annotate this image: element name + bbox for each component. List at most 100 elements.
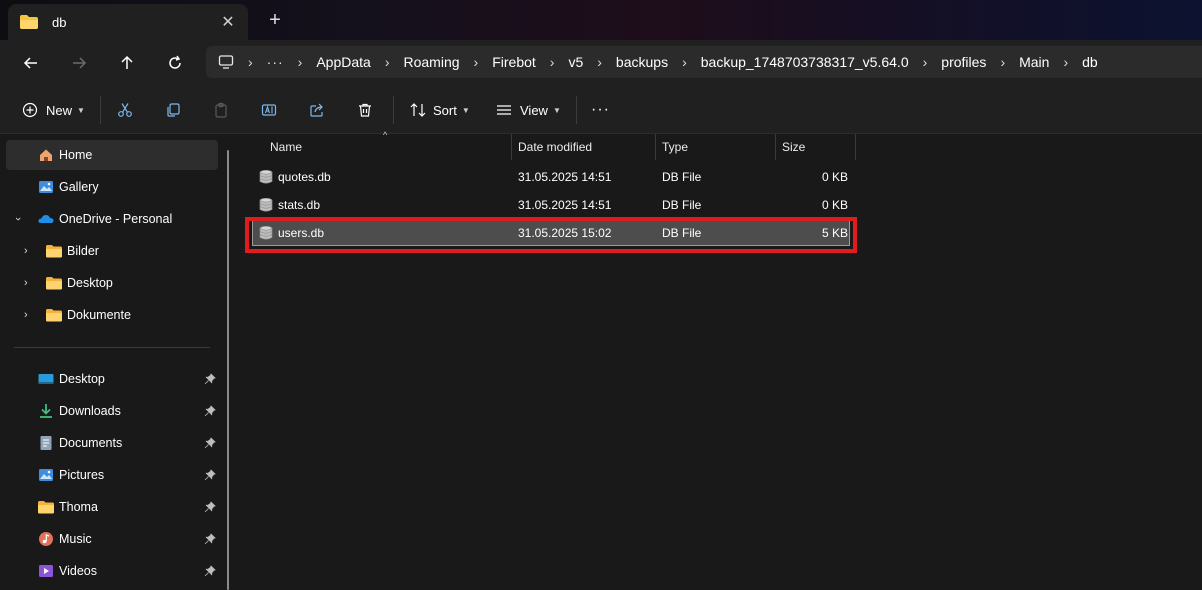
sidebar-scrollbar[interactable] [227, 150, 229, 590]
tab-title: db [52, 14, 67, 30]
breadcrumb-db[interactable]: db [1082, 54, 1098, 70]
sidebar-item-desktop-onedrive[interactable]: › Desktop [6, 268, 218, 298]
sidebar-item-onedrive[interactable]: › OneDrive - Personal [6, 204, 218, 234]
rename-button[interactable] [261, 96, 277, 124]
toolbar-divider [576, 96, 577, 124]
navigation-pane: Home Gallery › OneDrive - Personal › Bil… [0, 134, 230, 590]
delete-button[interactable] [357, 96, 373, 124]
back-button[interactable] [15, 48, 47, 78]
column-header-date[interactable]: Date modified [518, 134, 654, 160]
view-button-label: View [520, 102, 548, 118]
new-button[interactable]: New ▼ [22, 96, 85, 124]
breadcrumb-main[interactable]: Main [1019, 54, 1049, 70]
breadcrumb-profiles[interactable]: profiles [941, 54, 986, 70]
close-tab-button[interactable]: ✕ [218, 12, 238, 32]
column-header-type[interactable]: Type [662, 134, 774, 160]
breadcrumb-firebot[interactable]: Firebot [492, 54, 536, 70]
view-button[interactable]: View ▼ [496, 96, 561, 124]
sidebar-item-bilder[interactable]: › Bilder [6, 236, 218, 266]
chevron-right-icon: › [682, 54, 687, 70]
breadcrumb-backups[interactable]: backups [616, 54, 668, 70]
forward-button[interactable] [63, 48, 95, 78]
quick-access-music[interactable]: Music [6, 524, 218, 554]
sidebar-item-label: Music [59, 532, 92, 546]
pin-icon[interactable] [204, 501, 216, 513]
copy-button[interactable] [165, 96, 181, 124]
tab-db[interactable]: db ✕ [8, 4, 248, 40]
more-options-button[interactable]: ··· [591, 96, 610, 124]
sidebar-item-label: Documents [59, 436, 123, 450]
sidebar-item-dokumente[interactable]: › Dokumente [6, 300, 218, 330]
quick-access-pictures[interactable]: Pictures [6, 460, 218, 490]
quick-access-downloads[interactable]: Downloads [6, 396, 218, 426]
column-divider[interactable] [511, 134, 512, 160]
sidebar-divider [14, 347, 210, 348]
column-divider[interactable] [775, 134, 776, 160]
pin-icon[interactable] [204, 437, 216, 449]
pin-icon[interactable] [204, 469, 216, 481]
chevron-right-icon: › [297, 54, 303, 70]
column-divider[interactable] [855, 134, 856, 160]
up-button[interactable] [111, 48, 143, 78]
chevron-right-icon: › [384, 54, 390, 70]
file-type: DB File [662, 170, 702, 184]
file-row[interactable]: quotes.db 31.05.2025 14:51 DB File 0 KB [252, 164, 850, 190]
column-header-name[interactable]: Name [270, 134, 510, 160]
chevron-right-icon[interactable]: › [24, 245, 28, 257]
desktop-icon [38, 374, 54, 384]
file-type: DB File [662, 226, 702, 240]
quick-access-thoma[interactable]: Thoma [6, 492, 218, 522]
folder-icon [38, 501, 54, 514]
chevron-right-icon: › [248, 54, 253, 70]
cut-button[interactable] [117, 96, 133, 124]
breadcrumb-v5[interactable]: v5 [568, 54, 583, 70]
file-name: quotes.db [278, 170, 331, 184]
file-list: Name ^ Date modified Type Size quotes.db… [238, 130, 1202, 590]
file-size: 5 KB [821, 226, 848, 240]
arrow-right-icon [73, 57, 87, 69]
sort-icon [410, 103, 426, 117]
pin-icon[interactable] [204, 405, 216, 417]
sort-button[interactable]: Sort ▼ [409, 96, 470, 124]
quick-access-videos[interactable]: Videos [6, 556, 218, 586]
quick-access-desktop[interactable]: Desktop [6, 364, 218, 394]
file-size: 0 KB [821, 170, 848, 184]
sidebar-item-gallery[interactable]: Gallery [6, 172, 218, 202]
paste-button[interactable] [213, 96, 229, 124]
chevron-down-icon[interactable]: › [12, 217, 24, 221]
database-file-icon [259, 169, 273, 184]
column-header-size[interactable]: Size [782, 134, 854, 160]
file-row-selected[interactable]: users.db 31.05.2025 15:02 DB File 5 KB [252, 220, 850, 246]
share-button[interactable] [309, 96, 325, 124]
arrow-left-icon [23, 57, 37, 69]
quick-access-documents[interactable]: Documents [6, 428, 218, 458]
chevron-down-icon: ▼ [552, 105, 561, 115]
downloads-icon [40, 404, 52, 418]
breadcrumb-backup-folder[interactable]: backup_1748703738317_v5.64.0 [701, 54, 909, 70]
sidebar-item-label: Videos [59, 564, 97, 578]
chevron-right-icon[interactable]: › [24, 309, 28, 321]
title-bar: db ✕ + [0, 0, 1202, 40]
column-name-label: Name [270, 140, 303, 154]
file-date: 31.05.2025 14:51 [518, 198, 612, 212]
chevron-down-icon: ▼ [77, 105, 85, 115]
new-tab-button[interactable]: + [264, 8, 286, 32]
database-file-icon [259, 225, 273, 240]
sidebar-item-label: Pictures [59, 468, 105, 482]
file-row[interactable]: stats.db 31.05.2025 14:51 DB File 0 KB [252, 192, 850, 218]
pin-icon[interactable] [204, 565, 216, 577]
sidebar-item-label: Dokumente [67, 308, 131, 322]
column-divider[interactable] [655, 134, 656, 160]
breadcrumb-roaming[interactable]: Roaming [404, 54, 460, 70]
pin-icon[interactable] [204, 533, 216, 545]
pin-icon[interactable] [204, 373, 216, 385]
chevron-right-icon[interactable]: › [24, 277, 28, 289]
folder-icon [46, 309, 62, 322]
folder-icon [46, 245, 62, 258]
breadcrumb-overflow[interactable]: ··· [267, 54, 284, 70]
copy-icon [167, 103, 180, 117]
breadcrumb-appdata[interactable]: AppData [316, 54, 370, 70]
sidebar-item-home[interactable]: Home [6, 140, 218, 170]
address-bar[interactable]: › ··· › AppData › Roaming › Firebot › v5… [206, 46, 1202, 78]
refresh-button[interactable] [159, 48, 191, 78]
